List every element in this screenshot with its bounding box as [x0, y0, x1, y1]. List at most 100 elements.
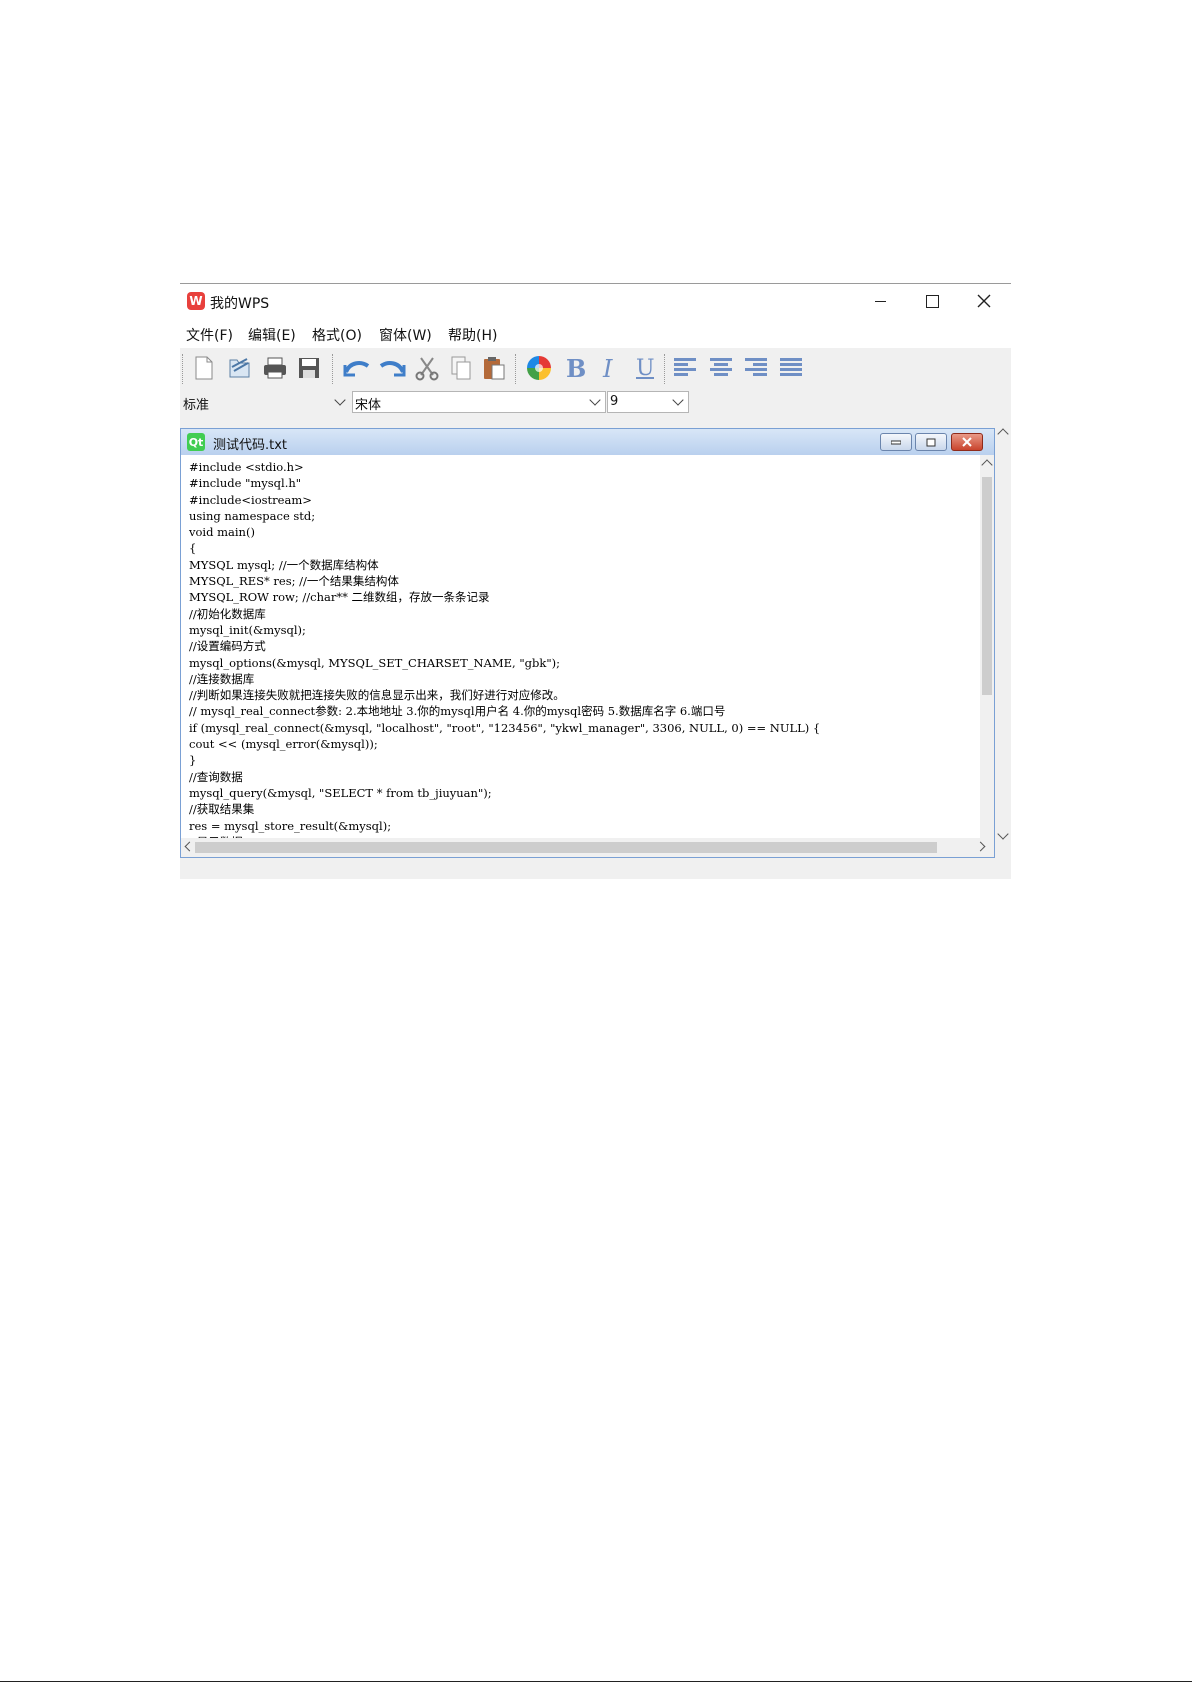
- vertical-scroll-thumb[interactable]: [982, 477, 992, 695]
- scroll-down-icon[interactable]: [997, 828, 1009, 840]
- underline-button[interactable]: U: [631, 354, 659, 382]
- copy-button[interactable]: [447, 354, 475, 382]
- code-line: //连接数据库: [189, 671, 255, 686]
- toolbar: B I U: [180, 348, 1011, 389]
- open-file-icon: [229, 358, 250, 378]
- style-select[interactable]: 标准: [180, 391, 351, 413]
- color-picker-icon: [527, 356, 551, 380]
- code-line: //判断如果连接失败就把连接失败的信息显示出来，我们好进行对应修改。: [189, 688, 565, 703]
- chevron-down-icon: [672, 394, 684, 406]
- bold-icon: B: [566, 355, 586, 381]
- code-line: MYSQL mysql; //一个数据库结构体: [189, 557, 379, 572]
- align-center-button[interactable]: [707, 354, 735, 382]
- copy-icon: [451, 356, 471, 380]
- mdi-scrollbar[interactable]: [995, 424, 1011, 879]
- menu-window[interactable]: 窗体(W): [379, 325, 432, 345]
- print-icon: [264, 357, 286, 379]
- bold-button[interactable]: B: [561, 354, 589, 382]
- restore-icon: [926, 438, 936, 446]
- font-size-value: 9: [610, 394, 619, 409]
- menu-bar: 文件(F) 编辑(E) 格式(O) 窗体(W) 帮助(H): [180, 318, 1011, 348]
- font-select[interactable]: 宋体: [352, 391, 606, 413]
- minimize-icon: [891, 440, 901, 445]
- open-button[interactable]: [226, 354, 254, 382]
- close-icon: [962, 437, 972, 447]
- editor-vertical-scrollbar[interactable]: [980, 455, 994, 838]
- chevron-down-icon: [334, 394, 346, 406]
- close-icon: [977, 294, 991, 308]
- align-right-icon: [745, 358, 767, 376]
- cut-button[interactable]: [413, 354, 441, 382]
- code-line: mysql_query(&mysql, "SELECT * from tb_ji…: [189, 785, 492, 800]
- svg-text:I: I: [602, 355, 613, 381]
- save-button[interactable]: [295, 354, 323, 382]
- chevron-down-icon: [589, 394, 601, 406]
- document-close-button[interactable]: [951, 433, 983, 451]
- scroll-right-icon[interactable]: [975, 841, 986, 852]
- format-bar: 标准 宋体 9: [180, 388, 1011, 416]
- scroll-up-icon[interactable]: [997, 428, 1009, 440]
- print-button[interactable]: [261, 354, 289, 382]
- menu-edit[interactable]: 编辑(E): [248, 325, 296, 345]
- editor-horizontal-scrollbar[interactable]: [181, 838, 994, 857]
- code-line: res = mysql_store_result(&mysql);: [189, 818, 392, 833]
- align-right-button[interactable]: [742, 354, 770, 382]
- code-line: //初始化数据库: [189, 606, 266, 621]
- app-window: W 我的WPS 文件(F) 编辑(E) 格式(O) 窗体(W) 帮助(H) B …: [180, 283, 1011, 879]
- code-line: using namespace std;: [189, 508, 316, 523]
- justify-icon: [780, 358, 802, 376]
- code-line: #include "mysql.h": [189, 476, 302, 491]
- align-center-icon: [710, 358, 732, 376]
- italic-button[interactable]: I: [596, 354, 624, 382]
- code-line: MYSQL_ROW row; //char** 二维数组，存放一条条记录: [189, 590, 490, 605]
- code-line: mysql_options(&mysql, MYSQL_SET_CHARSET_…: [189, 655, 561, 670]
- code-line: if (mysql_real_connect(&mysql, "localhos…: [189, 720, 821, 735]
- paste-button[interactable]: [480, 354, 508, 382]
- code-line: //获取结果集: [189, 802, 255, 817]
- save-icon: [299, 358, 319, 378]
- new-button[interactable]: [190, 354, 218, 382]
- scroll-up-icon[interactable]: [981, 459, 993, 471]
- code-line: {: [189, 541, 197, 556]
- document-minimize-button[interactable]: [880, 433, 912, 451]
- new-file-icon: [195, 356, 213, 380]
- redo-button[interactable]: [378, 354, 406, 382]
- title-bar[interactable]: W 我的WPS: [180, 284, 1011, 318]
- font-value: 宋体: [355, 398, 382, 413]
- toolbar-separator: [515, 354, 518, 384]
- text-editor[interactable]: #include <stdio.h> #include "mysql.h" #inc…: [181, 455, 980, 838]
- horizontal-scroll-thumb[interactable]: [195, 842, 937, 853]
- toolbar-separator: [332, 354, 335, 384]
- undo-icon: [343, 361, 370, 377]
- menu-file[interactable]: 文件(F): [186, 325, 233, 345]
- wps-logo-icon: W: [187, 292, 205, 310]
- underline-icon: U: [636, 356, 655, 381]
- menu-help[interactable]: 帮助(H): [448, 325, 497, 345]
- svg-text:B: B: [566, 355, 586, 381]
- italic-icon: I: [602, 355, 613, 381]
- undo-button[interactable]: [343, 354, 371, 382]
- menu-format[interactable]: 格式(O): [312, 325, 362, 345]
- maximize-button[interactable]: [906, 284, 958, 318]
- code-line: //设置编码方式: [189, 639, 266, 654]
- justify-button[interactable]: [777, 354, 805, 382]
- mdi-area: Qt 测试代码.txt #include <stdio.h> #include "…: [180, 424, 1011, 879]
- code-text[interactable]: #include <stdio.h> #include "mysql.h" #inc…: [181, 455, 980, 838]
- document-restore-button[interactable]: [915, 433, 947, 451]
- cut-icon: [415, 357, 439, 381]
- window-title: 我的WPS: [210, 296, 270, 312]
- code-line: #include <stdio.h>: [189, 460, 304, 474]
- document-title-bar[interactable]: Qt 测试代码.txt: [181, 429, 994, 456]
- close-button[interactable]: [958, 284, 1010, 318]
- page-rule: [0, 1681, 1192, 1682]
- code-line: void main(): [189, 525, 255, 540]
- code-line: //查询数据: [189, 769, 243, 784]
- scroll-left-icon[interactable]: [184, 841, 195, 852]
- font-size-select[interactable]: 9: [607, 391, 689, 413]
- qt-logo-icon: Qt: [187, 433, 205, 451]
- minimize-button[interactable]: [854, 284, 906, 318]
- style-value: 标准: [183, 398, 210, 413]
- color-button[interactable]: [525, 354, 553, 382]
- align-left-button[interactable]: [671, 354, 699, 382]
- document-window: Qt 测试代码.txt #include <stdio.h> #include "…: [180, 428, 995, 858]
